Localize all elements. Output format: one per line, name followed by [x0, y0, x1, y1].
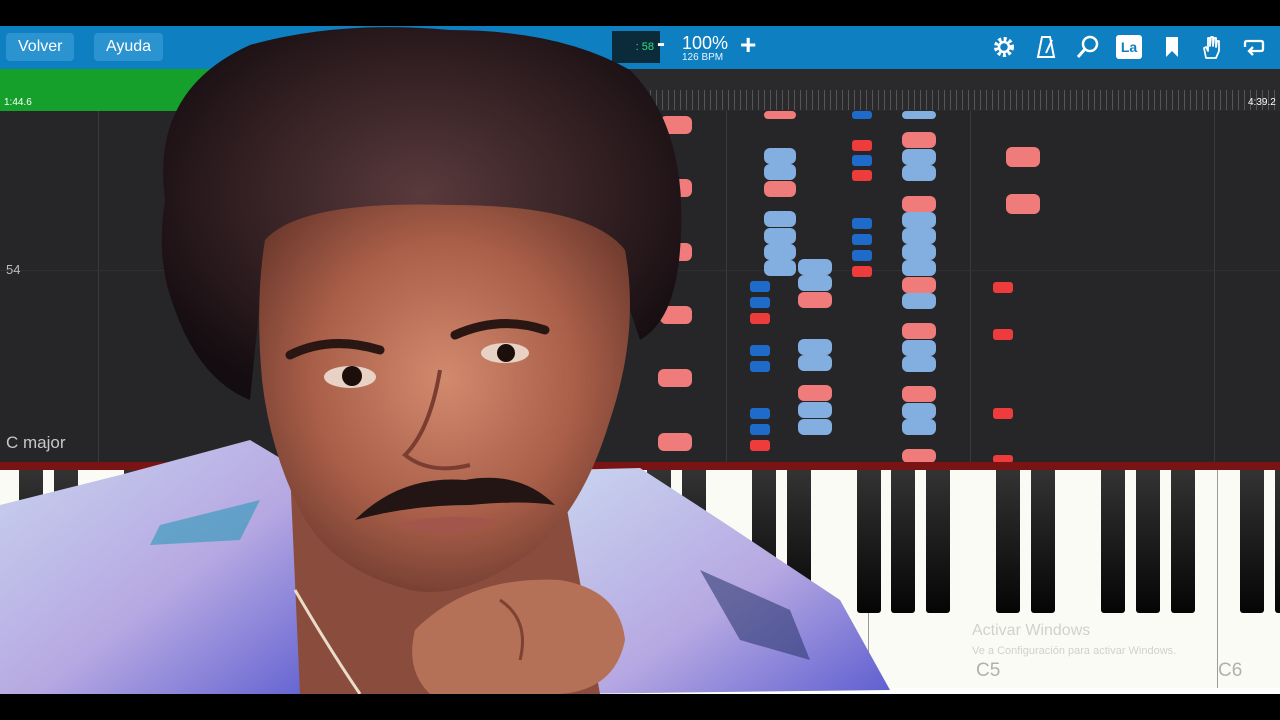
letterbox-bottom — [0, 694, 1280, 720]
black-key[interactable] — [1275, 470, 1280, 613]
loop-icon[interactable] — [1240, 34, 1268, 62]
note — [902, 228, 936, 244]
watermark-subtitle: Ve a Configuración para activar Windows. — [972, 645, 1177, 657]
hand-icon[interactable] — [1198, 34, 1226, 62]
note — [902, 149, 936, 165]
note — [902, 212, 936, 228]
search-icon[interactable] — [1074, 34, 1102, 62]
artist-photo — [0, 27, 890, 695]
note — [902, 323, 936, 339]
black-key[interactable] — [926, 470, 951, 613]
note — [902, 403, 936, 419]
note — [902, 386, 936, 402]
black-key[interactable] — [1100, 470, 1125, 613]
note — [902, 244, 936, 260]
note — [1006, 147, 1040, 167]
note — [902, 356, 936, 372]
key-label-c6: C6 — [1218, 660, 1243, 681]
black-key[interactable] — [1240, 470, 1265, 613]
note — [902, 132, 936, 148]
note — [1006, 194, 1040, 214]
bookmark-icon[interactable] — [1158, 34, 1186, 62]
key-label-icon[interactable]: La — [1116, 35, 1142, 59]
key-label-c5: C5 — [976, 660, 1001, 681]
note — [993, 408, 1013, 419]
black-key[interactable] — [996, 470, 1021, 613]
note — [902, 293, 936, 309]
note — [902, 196, 936, 212]
watermark-title: Activar Windows — [972, 622, 1091, 639]
note — [902, 449, 936, 463]
note — [902, 165, 936, 181]
gear-icon[interactable] — [990, 34, 1018, 62]
black-key[interactable] — [1031, 470, 1055, 613]
note — [993, 282, 1013, 293]
metronome-icon[interactable] — [1032, 34, 1060, 62]
note — [993, 329, 1013, 340]
note — [902, 277, 936, 293]
time-total: 4:39.2 — [1248, 97, 1276, 108]
note — [902, 340, 936, 356]
note — [902, 419, 936, 435]
note — [902, 111, 936, 119]
note — [902, 260, 936, 276]
black-key[interactable] — [1170, 470, 1195, 613]
black-key[interactable] — [1135, 470, 1160, 613]
